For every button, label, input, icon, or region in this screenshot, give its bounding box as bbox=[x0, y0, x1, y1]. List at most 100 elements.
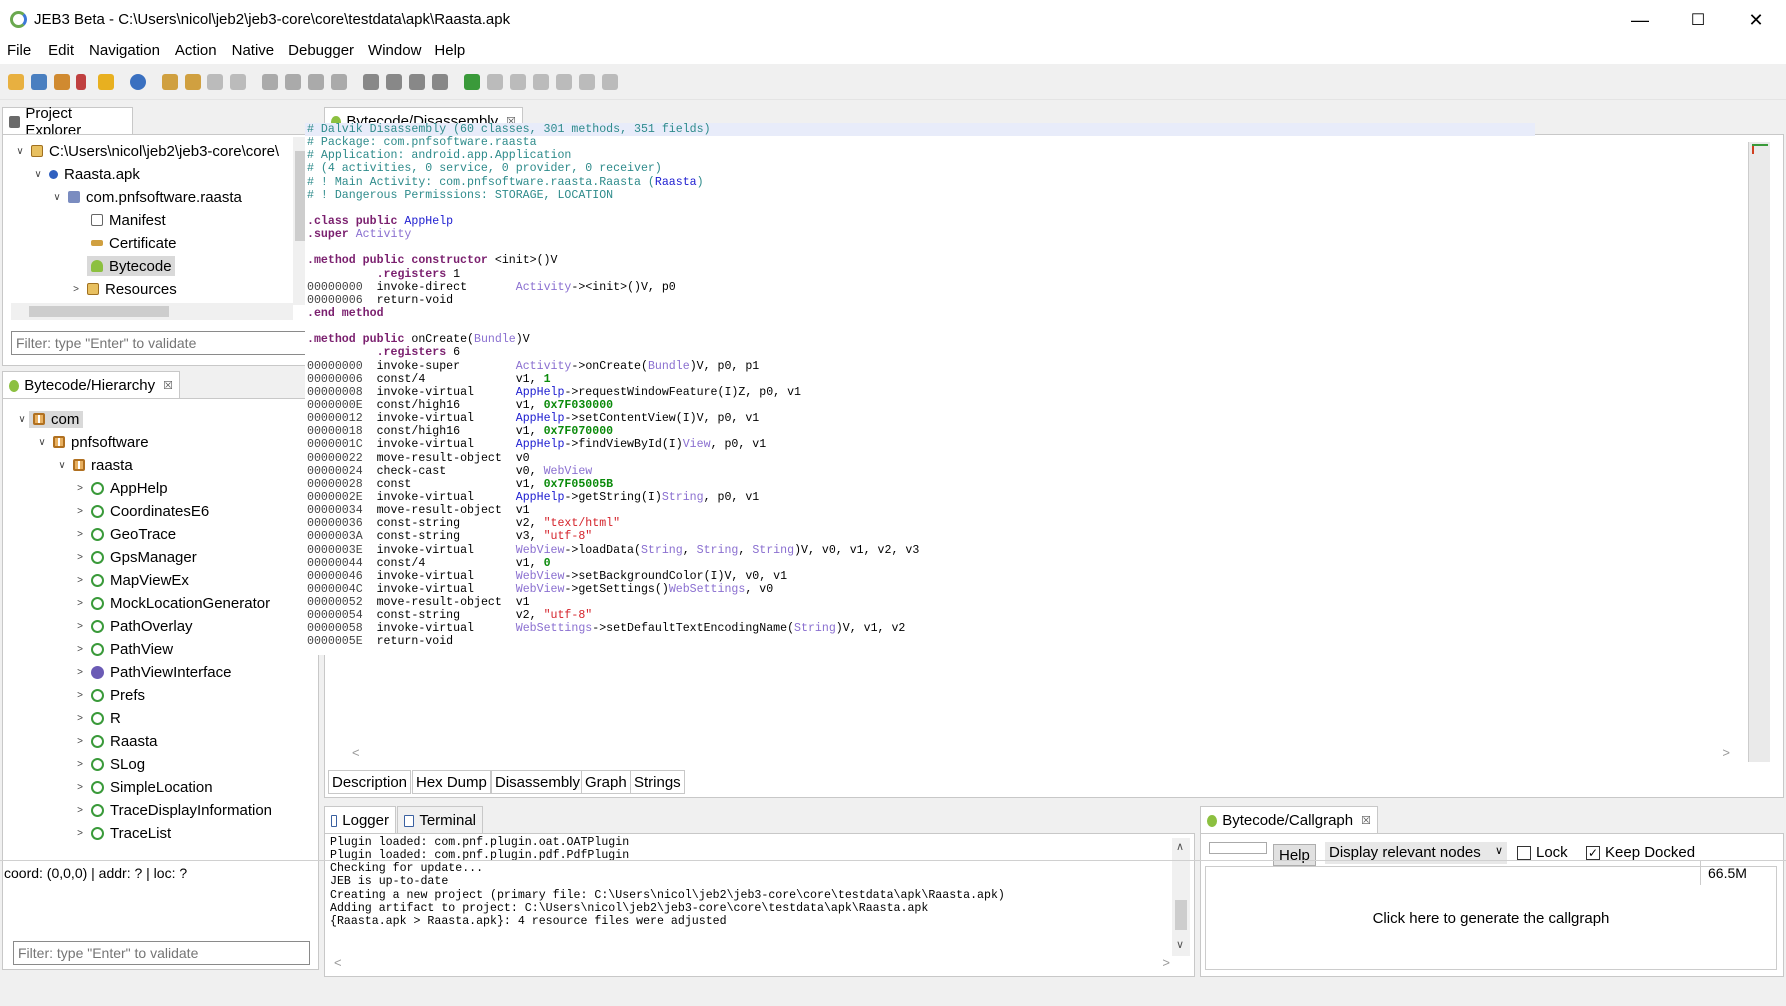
tab-bytecode-hierarchy[interactable]: Bytecode/Hierarchy ☒ bbox=[2, 371, 180, 399]
hierarchy-tree: ∨ com ∨ pnfsoftware ∨ raasta > AppHelp > Coord… bbox=[15, 407, 305, 932]
nodes-icon[interactable] bbox=[409, 74, 425, 90]
table-icon[interactable] bbox=[363, 74, 379, 90]
tree-node-bytecode[interactable]: Bytecode bbox=[87, 256, 175, 276]
close-tab-icon[interactable]: ☒ bbox=[1361, 814, 1371, 827]
tab-disassembly[interactable]: Disassembly bbox=[491, 770, 585, 794]
tree-node-manifest[interactable]: Manifest bbox=[87, 210, 166, 230]
back-icon[interactable] bbox=[207, 74, 223, 90]
tree-node-class[interactable]: > Prefs bbox=[73, 685, 145, 705]
tree-node-class[interactable]: > R bbox=[73, 708, 121, 728]
log-line: Creating a new project (primary file: C:… bbox=[330, 888, 1005, 902]
run-icon[interactable] bbox=[487, 74, 503, 90]
logger-vscrollbar[interactable]: ∧ ∨ bbox=[1172, 838, 1190, 956]
step-into-icon[interactable] bbox=[556, 74, 572, 90]
tree-node-com[interactable]: ∨ com bbox=[15, 409, 84, 429]
notes-icon[interactable] bbox=[76, 74, 86, 90]
save-icon[interactable] bbox=[31, 74, 47, 90]
code-line: 0000004C invoke-virtual WebView->getSett… bbox=[307, 582, 774, 596]
tree-icon[interactable] bbox=[432, 74, 448, 90]
tree-node-class[interactable]: > SimpleLocation bbox=[73, 777, 212, 797]
debug-icon[interactable] bbox=[464, 74, 480, 90]
menu-edit[interactable]: Edit bbox=[48, 40, 74, 64]
tab-bytecode-callgraph[interactable]: Bytecode/Callgraph ☒ bbox=[1200, 806, 1378, 834]
disassembly-code-view[interactable]: # Dalvik Disassembly (60 classes, 301 me… bbox=[305, 123, 1535, 655]
hierarchy-filter-input[interactable] bbox=[13, 941, 310, 965]
warning-icon[interactable] bbox=[98, 74, 114, 90]
lock-checkbox[interactable]: Lock bbox=[1517, 844, 1568, 861]
tree-node-class[interactable]: > GeoTrace bbox=[73, 524, 176, 544]
decompile-icon[interactable] bbox=[331, 74, 347, 90]
tab-terminal[interactable]: Terminal bbox=[397, 806, 483, 834]
project-tree-hscrollbar[interactable] bbox=[11, 303, 293, 320]
tree-node-class[interactable]: > MockLocationGenerator bbox=[73, 593, 270, 613]
tree-node-class[interactable]: > SLog bbox=[73, 754, 145, 774]
tree-node-apk[interactable]: ∨ Raasta.apk bbox=[31, 164, 140, 184]
tree-node-pnfsoftware[interactable]: ∨ pnfsoftware bbox=[35, 432, 148, 452]
step-out-icon[interactable] bbox=[602, 74, 618, 90]
tree-node-class[interactable]: > TraceDisplayInformation bbox=[73, 800, 272, 820]
minimize-button[interactable]: — bbox=[1611, 0, 1669, 40]
tab-graph[interactable]: Graph bbox=[581, 770, 631, 794]
comment-icon[interactable] bbox=[285, 74, 301, 90]
edit-icon[interactable] bbox=[308, 74, 324, 90]
disassembly-hscrollbar[interactable]: < > bbox=[348, 745, 1738, 761]
tree-node-class[interactable]: > AppHelp bbox=[73, 478, 167, 498]
class-icon bbox=[91, 481, 104, 495]
rename-icon[interactable] bbox=[262, 74, 278, 90]
maximize-button[interactable]: ☐ bbox=[1669, 0, 1727, 40]
close-tab-icon[interactable]: ☒ bbox=[163, 379, 173, 392]
tree-node-resources[interactable]: > Resources bbox=[69, 279, 177, 299]
tab-project-explorer[interactable]: Project Explorer bbox=[2, 105, 133, 139]
overview-ruler[interactable] bbox=[1748, 142, 1770, 762]
menu-file[interactable]: File bbox=[7, 40, 31, 64]
forward-icon[interactable] bbox=[230, 74, 246, 90]
menu-window[interactable]: Window bbox=[368, 40, 421, 64]
package-icon bbox=[68, 191, 80, 203]
tree-node-class[interactable]: > PathView bbox=[73, 639, 173, 659]
code-line: .class public AppHelp bbox=[307, 214, 454, 228]
callgraph-zoom-field[interactable] bbox=[1209, 842, 1267, 854]
tree-node-raasta[interactable]: ∨ raasta bbox=[55, 455, 132, 475]
tree-node-class[interactable]: > TraceList bbox=[73, 823, 171, 843]
class-icon bbox=[91, 688, 104, 702]
menu-action[interactable]: Action bbox=[175, 40, 217, 64]
class-icon bbox=[91, 711, 104, 725]
tab-description[interactable]: Description bbox=[328, 770, 412, 794]
menu-navigation[interactable]: Navigation bbox=[89, 40, 160, 64]
wrench-icon[interactable] bbox=[54, 74, 70, 90]
logger-output[interactable]: Plugin loaded: com.pnf.plugin.oat.OATPlu… bbox=[330, 836, 1170, 940]
step-over-icon[interactable] bbox=[579, 74, 595, 90]
tree-node-class[interactable]: > GpsManager bbox=[73, 547, 197, 567]
keep-docked-checkbox[interactable]: ✓ Keep Docked bbox=[1586, 844, 1695, 861]
tab-hex-dump[interactable]: Hex Dump bbox=[412, 770, 491, 794]
tab-strings[interactable]: Strings bbox=[630, 770, 685, 794]
terminal-icon bbox=[404, 814, 415, 827]
open-icon[interactable] bbox=[8, 74, 24, 90]
tree-node-class[interactable]: > Raasta bbox=[73, 731, 157, 751]
jump-icon[interactable] bbox=[185, 74, 201, 90]
tree-node-package[interactable]: ∨ com.pnfsoftware.raasta bbox=[50, 187, 242, 207]
goto-icon[interactable] bbox=[162, 74, 178, 90]
code-line: 0000003E invoke-virtual WebView->loadDat… bbox=[307, 543, 920, 557]
project-filter-input[interactable] bbox=[11, 331, 311, 355]
tree-node-root[interactable]: ∨ C:\Users\nicol\jeb2\jeb3-core\core\ bbox=[13, 141, 279, 161]
tree-node-class[interactable]: > MapViewEx bbox=[73, 570, 189, 590]
code-line: 00000006 return-void bbox=[307, 293, 454, 307]
stop-icon[interactable] bbox=[533, 74, 549, 90]
graph-icon[interactable] bbox=[386, 74, 402, 90]
tree-node-certificate[interactable]: Certificate bbox=[87, 233, 177, 253]
close-button[interactable]: ✕ bbox=[1727, 0, 1785, 40]
globe-icon[interactable] bbox=[130, 74, 146, 90]
menu-native[interactable]: Native bbox=[232, 40, 275, 64]
menu-bar: File Edit Navigation Action Native Debug… bbox=[0, 40, 1786, 64]
tab-logger[interactable]: Logger bbox=[324, 806, 396, 834]
code-line: # Dalvik Disassembly (60 classes, 301 me… bbox=[305, 123, 1535, 137]
tree-node-class[interactable]: > PathOverlay bbox=[73, 616, 192, 636]
apk-icon bbox=[49, 169, 58, 179]
menu-help[interactable]: Help bbox=[434, 40, 465, 64]
logger-hscrollbar[interactable]: < > bbox=[332, 955, 1172, 971]
pause-icon[interactable] bbox=[510, 74, 526, 90]
tree-node-class[interactable]: > CoordinatesE6 bbox=[73, 501, 209, 521]
menu-debugger[interactable]: Debugger bbox=[288, 40, 354, 64]
tree-node-class[interactable]: > PathViewInterface bbox=[73, 662, 231, 682]
